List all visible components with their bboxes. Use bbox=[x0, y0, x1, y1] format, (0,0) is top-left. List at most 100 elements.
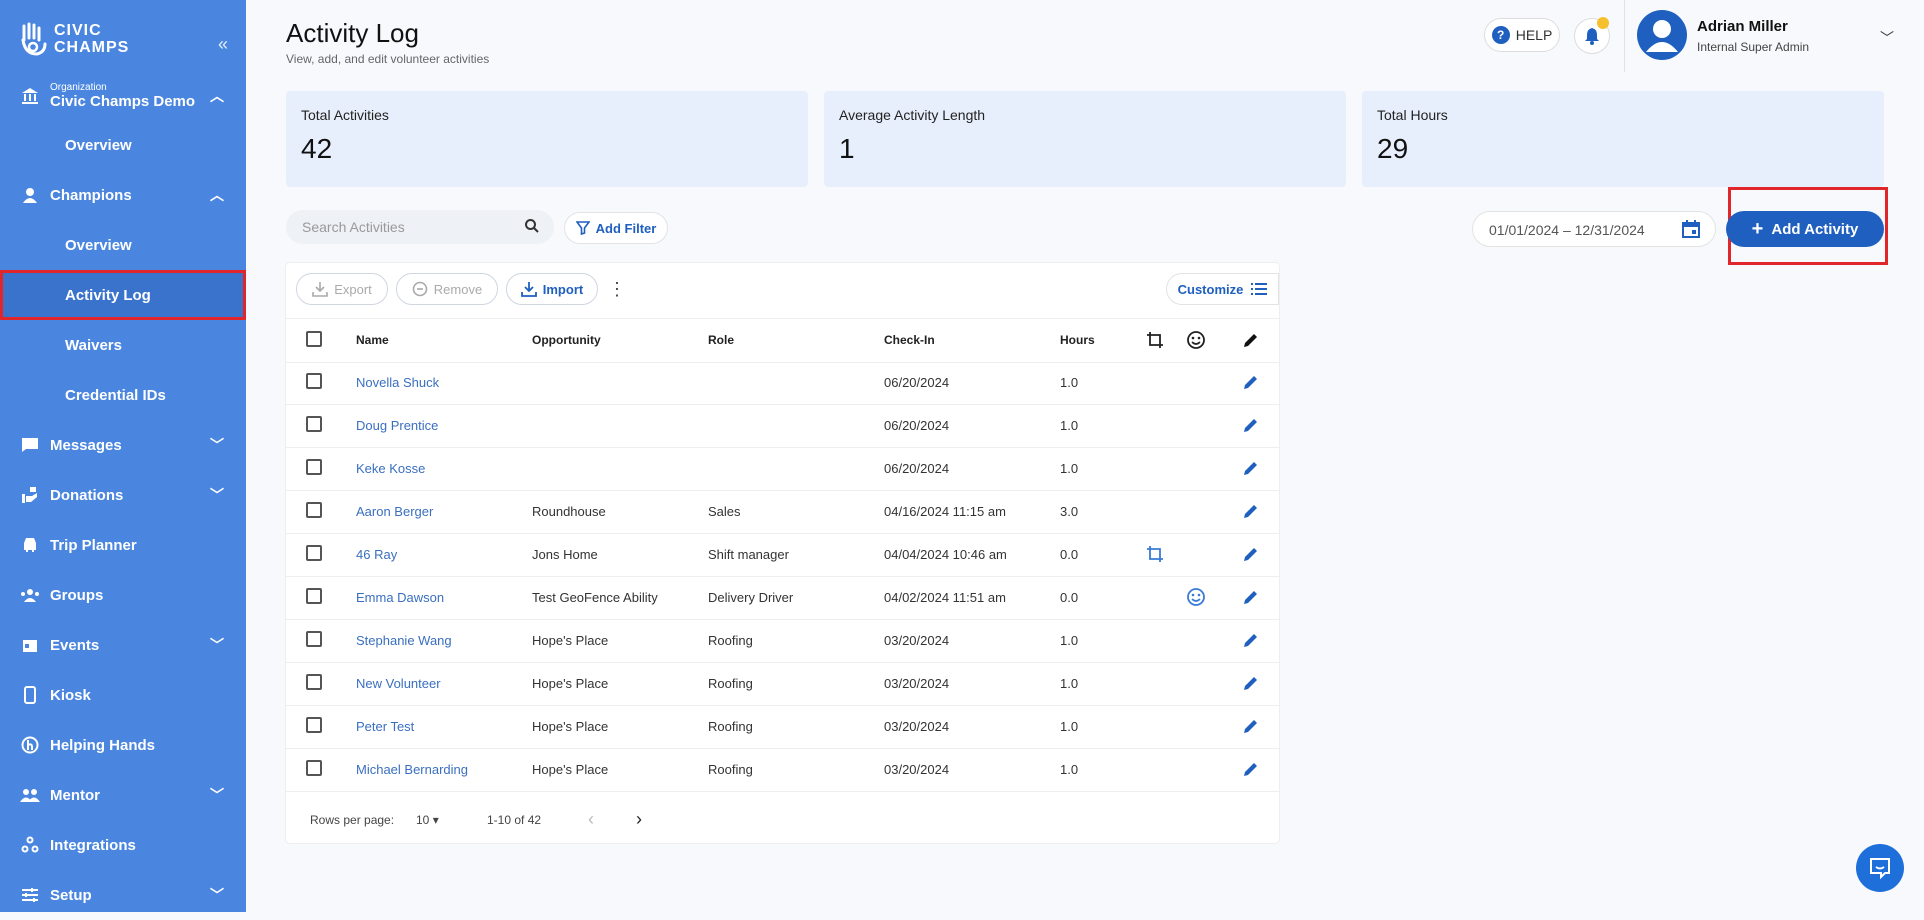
rows-per-page-select[interactable]: 10 ▾ bbox=[416, 813, 439, 827]
table-row[interactable]: Michael Bernarding Hope's Place Roofing 03/… bbox=[286, 748, 1279, 792]
crop-icon bbox=[1147, 332, 1163, 348]
sidebar-item-org-overview[interactable]: Overview bbox=[0, 120, 246, 170]
table-row[interactable]: Peter Test Hope's Place Roofing 03/20/2024 1… bbox=[286, 705, 1279, 749]
row-checkbox[interactable] bbox=[306, 631, 322, 647]
row-name-link[interactable]: Doug Prentice bbox=[356, 418, 438, 433]
table-row[interactable]: 46 Ray Jons Home Shift manager 04/04/2024 1… bbox=[286, 533, 1279, 577]
table-row[interactable]: Doug Prentice 06/20/2024 1.0 bbox=[286, 404, 1279, 448]
row-opportunity: Hope's Place bbox=[532, 762, 609, 777]
sidebar-item-setup[interactable]: Setup ﹀ bbox=[0, 870, 246, 920]
edit-pencil-icon[interactable] bbox=[1242, 502, 1260, 520]
stat-value: 1 bbox=[839, 133, 855, 164]
row-checkbox[interactable] bbox=[306, 373, 322, 389]
sidebar-item-label: Overview bbox=[65, 136, 132, 154]
smiley-icon bbox=[1187, 331, 1205, 349]
row-name-link[interactable]: Keke Kosse bbox=[356, 461, 425, 476]
calendar-icon[interactable] bbox=[1681, 219, 1701, 239]
edit-pencil-icon[interactable] bbox=[1242, 760, 1260, 778]
sidebar-item-integrations[interactable]: Integrations bbox=[0, 820, 246, 870]
row-opportunity: Test GeoFence Ability bbox=[532, 590, 658, 605]
sidebar-item-helping-hands[interactable]: Helping Hands bbox=[0, 720, 246, 770]
help-button[interactable]: ? HELP bbox=[1484, 18, 1560, 52]
prev-page-icon[interactable]: ‹ bbox=[588, 809, 594, 830]
sidebar-item-champions-overview[interactable]: Overview bbox=[0, 220, 246, 270]
row-checkbox[interactable] bbox=[306, 416, 322, 432]
column-header-name[interactable]: Name bbox=[356, 333, 389, 347]
sidebar-item-donations[interactable]: Donations ﹀ bbox=[0, 470, 246, 520]
search-input[interactable]: Search Activities bbox=[286, 210, 554, 244]
sidebar-item-kiosk[interactable]: Kiosk bbox=[0, 670, 246, 720]
row-opportunity: Hope's Place bbox=[532, 676, 609, 691]
add-activity-label: Add Activity bbox=[1771, 220, 1859, 238]
next-page-icon[interactable]: › bbox=[636, 809, 642, 830]
date-range-picker[interactable]: 01/01/2024 – 12/31/2024 bbox=[1472, 211, 1716, 247]
row-name-link[interactable]: Aaron Berger bbox=[356, 504, 433, 519]
smiley-icon[interactable] bbox=[1186, 587, 1206, 607]
column-header-opportunity[interactable]: Opportunity bbox=[532, 333, 601, 347]
column-header-role[interactable]: Role bbox=[708, 333, 734, 347]
row-checkbox[interactable] bbox=[306, 588, 322, 604]
row-name-link[interactable]: Michael Bernarding bbox=[356, 762, 468, 777]
row-checkbox[interactable] bbox=[306, 545, 322, 561]
chat-button[interactable] bbox=[1856, 844, 1904, 892]
civic-champs-logo[interactable]: CIVIC CHAMPS bbox=[20, 22, 129, 56]
notifications-button[interactable] bbox=[1574, 17, 1610, 54]
column-header-hours[interactable]: Hours bbox=[1060, 333, 1095, 347]
more-options-icon[interactable]: ⋮ bbox=[608, 279, 626, 300]
row-name-link[interactable]: Novella Shuck bbox=[356, 375, 439, 390]
row-checkbox[interactable] bbox=[306, 459, 322, 475]
table-row[interactable]: Keke Kosse 06/20/2024 1.0 bbox=[286, 447, 1279, 491]
sidebar-item-activity-log[interactable]: Activity Log bbox=[0, 270, 246, 320]
add-filter-button[interactable]: Add Filter bbox=[564, 212, 668, 244]
table-row[interactable]: Aaron Berger Roundhouse Sales 04/16/2024 11… bbox=[286, 490, 1279, 534]
row-checkin: 04/16/2024 11:15 am bbox=[884, 504, 1006, 519]
sidebar-item-trip-planner[interactable]: Trip Planner bbox=[0, 520, 246, 570]
edit-pencil-icon[interactable] bbox=[1242, 588, 1260, 606]
row-name-link[interactable]: 46 Ray bbox=[356, 547, 397, 562]
row-checkbox[interactable] bbox=[306, 502, 322, 518]
row-checkbox[interactable] bbox=[306, 717, 322, 733]
import-button[interactable]: Import bbox=[506, 273, 598, 305]
import-label: Import bbox=[542, 281, 584, 297]
select-all-checkbox[interactable] bbox=[306, 331, 322, 347]
sidebar-item-waivers[interactable]: Waivers bbox=[0, 320, 246, 370]
avatar[interactable] bbox=[1637, 10, 1687, 60]
calendar-icon bbox=[20, 635, 40, 655]
sidebar-item-champions[interactable]: Champions ︿ bbox=[0, 170, 246, 220]
edit-pencil-icon[interactable] bbox=[1242, 459, 1260, 477]
edit-pencil-icon[interactable] bbox=[1242, 631, 1260, 649]
org-label: Organization bbox=[50, 82, 107, 93]
sidebar-item-groups[interactable]: Groups bbox=[0, 570, 246, 620]
export-button[interactable]: Export bbox=[296, 273, 388, 305]
sidebar-item-organization[interactable]: Organization Civic Champs Demo ︿ bbox=[0, 72, 246, 120]
sidebar-item-events[interactable]: Events ﹀ bbox=[0, 620, 246, 670]
sidebar-item-credential-ids[interactable]: Credential IDs bbox=[0, 370, 246, 420]
edit-pencil-icon[interactable] bbox=[1242, 717, 1260, 735]
row-role: Delivery Driver bbox=[708, 590, 794, 605]
remove-button[interactable]: Remove bbox=[396, 273, 498, 305]
column-header-checkin[interactable]: Check-In bbox=[884, 333, 935, 347]
edit-pencil-icon[interactable] bbox=[1242, 373, 1260, 391]
sidebar-item-mentor[interactable]: Mentor ﹀ bbox=[0, 770, 246, 820]
table-row[interactable]: Stephanie Wang Hope's Place Roofing 03/20/2… bbox=[286, 619, 1279, 663]
chevron-down-icon[interactable]: ﹀ bbox=[1880, 28, 1894, 48]
add-activity-button[interactable]: + Add Activity bbox=[1726, 211, 1884, 247]
collapse-sidebar-icon[interactable]: « bbox=[218, 34, 228, 55]
crop-icon[interactable] bbox=[1146, 545, 1164, 563]
table-row[interactable]: Emma Dawson Test GeoFence Ability Delivery… bbox=[286, 576, 1279, 620]
customize-button[interactable]: Customize bbox=[1166, 273, 1279, 305]
table-row[interactable]: New Volunteer Hope's Place Roofing 03/20/20… bbox=[286, 662, 1279, 706]
row-checkbox[interactable] bbox=[306, 760, 322, 776]
row-name-link[interactable]: Peter Test bbox=[356, 719, 414, 734]
edit-pencil-icon[interactable] bbox=[1242, 545, 1260, 563]
edit-pencil-icon[interactable] bbox=[1242, 674, 1260, 692]
row-name-link[interactable]: New Volunteer bbox=[356, 676, 441, 691]
row-name-link[interactable]: Emma Dawson bbox=[356, 590, 444, 605]
table-row[interactable]: Novella Shuck 06/20/2024 1.0 bbox=[286, 361, 1279, 405]
edit-pencil-icon[interactable] bbox=[1242, 416, 1260, 434]
sidebar-item-messages[interactable]: Messages ﹀ bbox=[0, 420, 246, 470]
row-role: Roofing bbox=[708, 676, 753, 691]
row-name-link[interactable]: Stephanie Wang bbox=[356, 633, 452, 648]
row-checkbox[interactable] bbox=[306, 674, 322, 690]
donation-icon bbox=[20, 485, 40, 505]
